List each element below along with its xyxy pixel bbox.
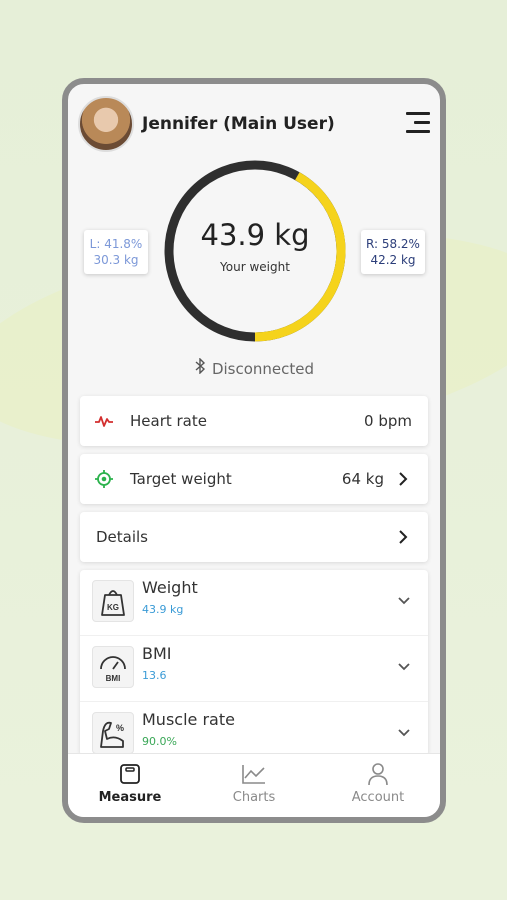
tab-label: Measure (98, 790, 162, 805)
tab-label: Charts (232, 790, 276, 805)
weight-value: 43.9 kg (200, 218, 310, 252)
chevron-down-icon (396, 658, 412, 674)
heart-rate-label: Heart rate (130, 412, 207, 430)
metric-value: 43.9 kg (142, 603, 184, 616)
bluetooth-status-text: Disconnected (211, 360, 315, 378)
metric-name: Muscle rate (142, 710, 235, 729)
heart-rate-icon (94, 411, 114, 431)
left-balance-card: L: 41.8% 30.3 kg (84, 230, 148, 274)
heart-rate-row[interactable]: Heart rate 0 bpm (80, 396, 428, 446)
target-weight-row[interactable]: Target weight 64 kg (80, 454, 428, 504)
weight-label: Your weight (220, 260, 290, 274)
left-kg: 30.3 kg (93, 253, 139, 267)
metric-name: BMI (142, 644, 172, 663)
svg-text:%: % (116, 723, 124, 733)
list-item[interactable]: KG Weight 43.9 kg (80, 570, 428, 636)
weight-gauge: 43.9 kg Your weight (160, 156, 350, 346)
right-balance-card: R: 58.2% 42.2 kg (361, 230, 425, 274)
target-weight-label: Target weight (130, 470, 232, 488)
chevron-down-icon (396, 724, 412, 740)
header: Jennifer (Main User) (78, 92, 430, 152)
bluetooth-status[interactable]: Disconnected (68, 357, 440, 378)
left-percent: L: 41.8% (89, 237, 143, 251)
tab-bar: Measure Charts Account (68, 753, 440, 817)
metric-name: Weight (142, 578, 198, 597)
tab-charts[interactable]: Charts (192, 754, 316, 817)
right-percent: R: 58.2% (366, 237, 420, 251)
avatar[interactable] (78, 96, 134, 152)
svg-text:BMI: BMI (106, 674, 121, 683)
user-name[interactable]: Jennifer (Main User) (142, 114, 335, 134)
metric-value: 13.6 (142, 669, 167, 682)
tab-measure[interactable]: Measure (68, 754, 192, 817)
tab-label: Account (351, 790, 405, 805)
bmi-gauge-icon: BMI (92, 646, 134, 688)
scale-icon (120, 764, 140, 784)
right-kg: 42.2 kg (370, 253, 416, 267)
target-weight-value: 64 kg (341, 470, 384, 488)
person-icon (368, 763, 388, 786)
heart-rate-value: 0 bpm (364, 412, 412, 430)
muscle-icon: % (92, 712, 134, 754)
bluetooth-icon (194, 357, 208, 378)
chevron-right-icon (394, 527, 412, 547)
weight-scale-icon: KG (92, 580, 134, 622)
target-icon (94, 469, 114, 489)
metric-value: 90.0% (142, 735, 177, 748)
chevron-right-icon (394, 469, 412, 489)
tab-account[interactable]: Account (316, 754, 440, 817)
chart-icon (242, 765, 265, 784)
list-item[interactable]: BMI BMI 13.6 (80, 636, 428, 702)
metrics-list: KG Weight 43.9 kg BMI BMI 13.6 % Muscle … (80, 570, 428, 756)
chevron-down-icon (396, 592, 412, 608)
details-row[interactable]: Details (80, 512, 428, 562)
list-item[interactable]: % Muscle rate 90.0% (80, 702, 428, 756)
phone-frame: Jennifer (Main User) L: 41.8% 30.3 kg 43… (62, 78, 446, 823)
menu-icon[interactable] (406, 112, 430, 134)
svg-text:KG: KG (107, 603, 119, 612)
details-label: Details (96, 528, 149, 546)
